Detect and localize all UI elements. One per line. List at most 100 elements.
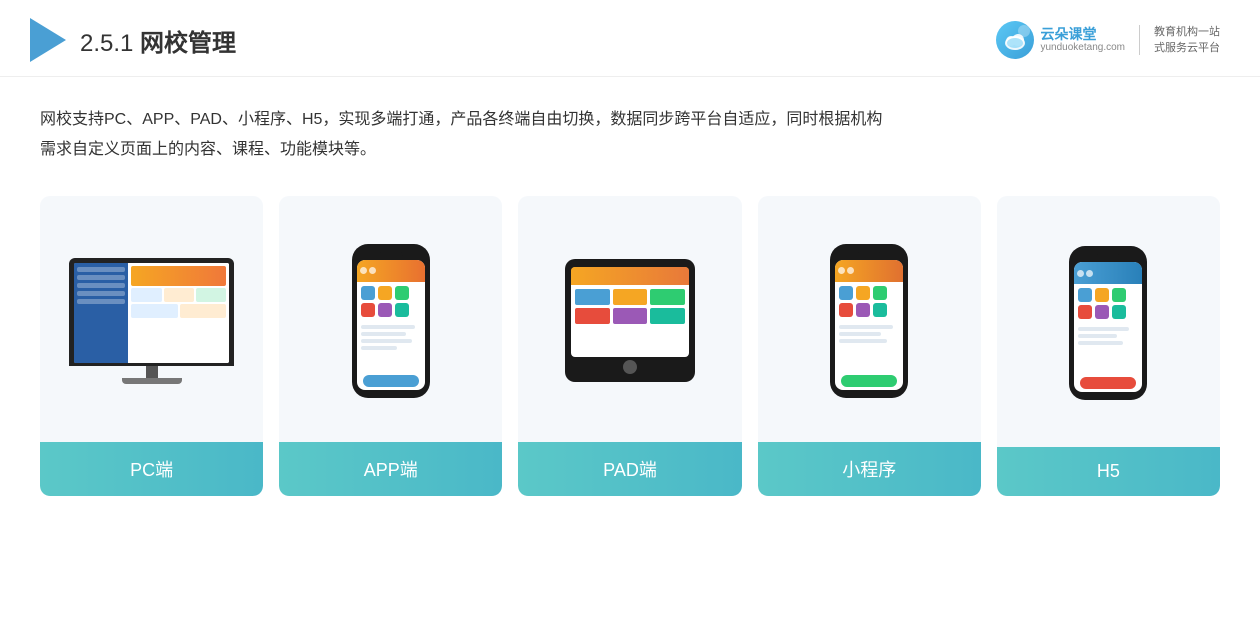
app-phone-notch <box>379 252 403 257</box>
pad-header <box>571 267 689 285</box>
app-phone-dot <box>369 267 376 274</box>
pad-cell <box>613 308 648 324</box>
mini-bar <box>839 339 887 343</box>
pad-cell <box>575 289 610 305</box>
h5-bar <box>1078 341 1123 345</box>
miniprogram-phone-dot <box>847 267 854 274</box>
description: 网校支持PC、APP、PAD、小程序、H5，实现多端打通，产品各终端自由切换，数… <box>0 77 1260 176</box>
pc-card-sim <box>196 288 226 302</box>
h5-bar <box>1078 334 1117 338</box>
pad-screen-content <box>571 267 689 357</box>
h5-phone-notch <box>1096 254 1120 259</box>
pad-cell <box>650 289 685 305</box>
pad-outer <box>565 259 695 382</box>
app-phone-btn <box>363 375 419 387</box>
brand-text: 云朵课堂 yunduoketang.com <box>1040 26 1125 55</box>
pc-base <box>122 378 182 384</box>
mini-icon <box>856 303 870 317</box>
app-phone-bars <box>357 321 425 372</box>
app-icon <box>361 303 375 317</box>
pc-sidebar-item <box>77 291 125 296</box>
pc-screen <box>74 263 229 363</box>
miniprogram-phone-screen <box>835 260 903 390</box>
miniprogram-phone-content <box>835 260 903 390</box>
pc-sidebar-item <box>77 267 125 272</box>
card-miniprogram: 小程序 <box>758 196 981 496</box>
pc-screen-outer <box>69 258 234 366</box>
mini-icon <box>873 303 887 317</box>
app-phone-screen <box>357 260 425 390</box>
card-pc-device <box>40 196 263 442</box>
logo-triangle-icon <box>30 18 66 62</box>
brand-slogan: 教育机构一站 式服务云平台 <box>1154 24 1220 57</box>
cards-area: PC端 <box>0 176 1260 526</box>
mini-bar <box>839 325 893 329</box>
app-bar <box>361 325 415 329</box>
app-phone-icons <box>357 282 425 321</box>
h5-phone-dot <box>1077 270 1084 277</box>
app-icon <box>378 286 392 300</box>
h5-phone-mockup <box>1069 246 1147 400</box>
pc-card-sim <box>131 288 161 302</box>
card-pad-label: PAD端 <box>518 442 741 496</box>
card-miniprogram-label: 小程序 <box>758 442 981 496</box>
mini-icon <box>839 303 853 317</box>
pc-banner <box>131 266 226 286</box>
pc-card-sim <box>131 304 177 318</box>
app-bar <box>361 346 397 350</box>
h5-phone-dot <box>1086 270 1093 277</box>
h5-bar <box>1078 327 1129 331</box>
pc-sidebar-item <box>77 299 125 304</box>
pc-stand <box>146 366 158 378</box>
pc-main <box>128 263 229 363</box>
description-line1: 网校支持PC、APP、PAD、小程序、H5，实现多端打通，产品各终端自由切换，数… <box>40 105 1220 135</box>
app-bar <box>361 332 406 336</box>
card-pad: PAD端 <box>518 196 741 496</box>
app-phone-mockup <box>352 244 430 398</box>
pc-card-sim <box>180 304 226 318</box>
h5-phone-content <box>1074 262 1142 392</box>
mini-bar <box>839 332 881 336</box>
card-h5-device <box>997 196 1220 447</box>
cloud-icon <box>1001 26 1029 54</box>
h5-btn <box>1080 377 1136 389</box>
brand-icon <box>996 21 1034 59</box>
brand-logo: 云朵课堂 yunduoketang.com <box>996 21 1125 59</box>
app-phone-dot <box>360 267 367 274</box>
app-icon <box>361 286 375 300</box>
card-pad-device <box>518 196 741 442</box>
app-phone-content <box>357 260 425 390</box>
mini-icon <box>839 286 853 300</box>
card-app-label: APP端 <box>279 442 502 496</box>
miniprogram-icons <box>835 282 903 321</box>
pad-home-btn <box>623 360 637 374</box>
miniprogram-phone-topbar <box>835 260 903 282</box>
card-pc-label: PC端 <box>40 442 263 496</box>
h5-bars <box>1074 323 1142 374</box>
miniprogram-phone-dot <box>838 267 845 274</box>
pc-sidebar-item <box>77 283 125 288</box>
mini-icon <box>856 286 870 300</box>
app-icon <box>378 303 392 317</box>
pc-sidebar <box>74 263 128 363</box>
pc-cards-row2 <box>131 304 226 318</box>
h5-icons <box>1074 284 1142 323</box>
card-miniprogram-device <box>758 196 981 442</box>
miniprogram-bars <box>835 321 903 372</box>
app-bar <box>361 339 412 343</box>
header-right: 云朵课堂 yunduoketang.com 教育机构一站 式服务云平台 <box>996 21 1220 59</box>
card-pc: PC端 <box>40 196 263 496</box>
pc-screen-content <box>74 263 229 363</box>
card-app: APP端 <box>279 196 502 496</box>
pad-mockup <box>565 259 695 382</box>
pc-card-sim <box>164 288 194 302</box>
pad-screen <box>571 267 689 357</box>
miniprogram-btn <box>841 375 897 387</box>
pad-cell <box>650 308 685 324</box>
brand-url: yunduoketang.com <box>1040 42 1125 54</box>
card-h5: H5 <box>997 196 1220 496</box>
pad-cell <box>613 289 648 305</box>
description-line2: 需求自定义页面上的内容、课程、功能模块等。 <box>40 135 1220 165</box>
card-h5-label: H5 <box>997 447 1220 496</box>
pc-sidebar-item <box>77 275 125 280</box>
